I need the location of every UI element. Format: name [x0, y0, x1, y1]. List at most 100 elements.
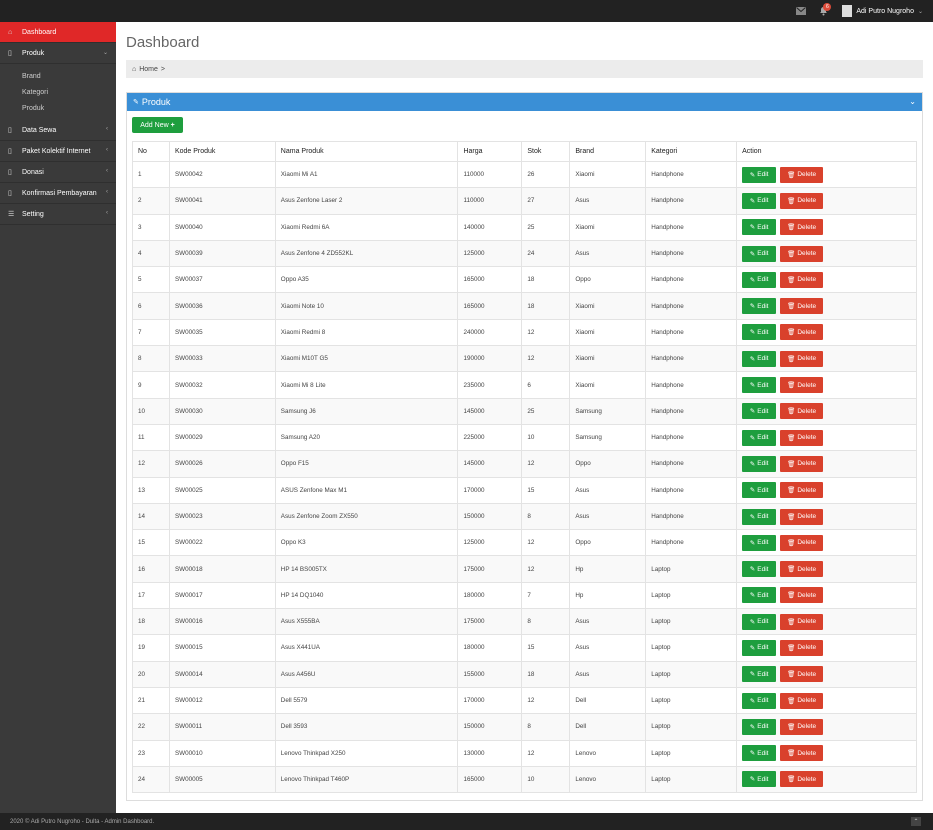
edit-button[interactable]: ✎ Edit	[742, 350, 777, 367]
delete-button[interactable]: 🗑 Delete	[780, 508, 824, 525]
table-row: 17 SW00017 HP 14 DQ1040 180000 7 Hp Laptop ✎ Edi…	[132, 581, 917, 610]
table-row: 6 SW00036 Xiaomi Note 10 165000 18 Xiaomi Hand…	[132, 292, 917, 320]
chevron-down-icon[interactable]: ⌄	[909, 97, 916, 106]
delete-button[interactable]: 🗑 Delete	[780, 666, 824, 683]
edit-button[interactable]: ✎ Edit	[742, 245, 777, 262]
edit-button[interactable]: ✎ Edit	[742, 718, 777, 735]
edit-label: Edit	[757, 644, 769, 652]
delete-label: Delete	[797, 223, 817, 231]
delete-button[interactable]: 🗑 Delete	[780, 324, 824, 341]
edit-button[interactable]: ✎ Edit	[742, 455, 777, 472]
chevron-left-icon: ‹	[106, 189, 108, 195]
scroll-top-button[interactable]: ⌃	[911, 817, 921, 826]
sidebar-item-data-sewa[interactable]: ▯ Data Sewa ‹	[0, 120, 116, 141]
edit-button[interactable]: ✎ Edit	[742, 534, 777, 551]
delete-button[interactable]: 🗑 Delete	[780, 245, 824, 262]
breadcrumb-home-link[interactable]: Home	[139, 66, 158, 73]
edit-button[interactable]: ✎ Edit	[742, 377, 777, 394]
mail-button[interactable]	[790, 0, 812, 22]
delete-button[interactable]: 🗑 Delete	[780, 639, 824, 656]
table-row: 3 SW00040 Xiaomi Redmi 6A 140000 25 Xiaomi Han…	[132, 213, 917, 241]
table-cell: SW00012	[168, 686, 276, 715]
delete-button[interactable]: 🗑 Delete	[780, 613, 824, 630]
delete-button[interactable]: 🗑 Delete	[780, 745, 824, 762]
edit-button[interactable]: ✎ Edit	[742, 324, 777, 341]
delete-button[interactable]: 🗑 Delete	[780, 166, 824, 183]
delete-button[interactable]: 🗑 Delete	[780, 455, 824, 472]
delete-button[interactable]: 🗑 Delete	[780, 298, 824, 315]
table-cell: 12	[521, 318, 571, 347]
edit-button[interactable]: ✎ Edit	[742, 482, 777, 499]
edit-icon: ✎	[749, 224, 756, 232]
delete-button[interactable]: 🗑 Delete	[780, 534, 824, 551]
sidebar-item-donasi[interactable]: ▯ Donasi ‹	[0, 162, 116, 183]
table-cell: 15	[521, 634, 571, 662]
sidebar-item-produk[interactable]: ▯ Produk ⌄	[0, 43, 116, 64]
table-cell: Oppo K3	[274, 529, 459, 557]
table-cell: Laptop	[645, 634, 738, 662]
sidebar-subitem-brand[interactable]: Brand	[0, 68, 116, 84]
table-cell: Oppo A35	[274, 266, 459, 294]
action-group: ✎ Edit 🗑 Delete	[742, 324, 911, 341]
delete-button[interactable]: 🗑 Delete	[780, 561, 824, 578]
delete-button[interactable]: 🗑 Delete	[780, 692, 824, 709]
edit-button[interactable]: ✎ Edit	[742, 745, 777, 762]
table-cell: 18	[521, 266, 571, 294]
sidebar-item-setting[interactable]: ☰ Setting ‹	[0, 204, 116, 225]
edit-button[interactable]: ✎ Edit	[742, 561, 777, 578]
table-cell: 180000	[457, 581, 523, 610]
delete-button[interactable]: 🗑 Delete	[780, 219, 824, 236]
table-cell: Handphone	[645, 266, 738, 294]
delete-button[interactable]: 🗑 Delete	[780, 271, 824, 288]
edit-button[interactable]: ✎ Edit	[742, 271, 777, 288]
delete-button[interactable]: 🗑 Delete	[780, 429, 824, 446]
add-new-button[interactable]: Add New +	[132, 117, 183, 133]
edit-button[interactable]: ✎ Edit	[742, 771, 777, 788]
user-menu[interactable]: Adi Putro Nugroho ⌄	[834, 0, 933, 22]
delete-button[interactable]: 🗑 Delete	[780, 771, 824, 788]
edit-button[interactable]: ✎ Edit	[742, 219, 777, 236]
sidebar-item-paket-kolektif[interactable]: ▯ Paket Kolektif Internet ‹	[0, 141, 116, 162]
notification-button[interactable]: 6	[812, 0, 834, 22]
panel-header[interactable]: ✎ Produk ⌄	[127, 93, 922, 111]
delete-button[interactable]: 🗑 Delete	[780, 718, 824, 735]
delete-button[interactable]: 🗑 Delete	[780, 403, 824, 420]
table-cell: 25	[521, 213, 571, 241]
delete-button[interactable]: 🗑 Delete	[780, 482, 824, 499]
edit-button[interactable]: ✎ Edit	[742, 692, 777, 709]
edit-icon: ✎	[749, 460, 756, 468]
bookmark-icon: ▯	[8, 127, 12, 134]
sidebar-item-konfirmasi[interactable]: ▯ Konfirmasi Pembayaran ‹	[0, 183, 116, 204]
edit-icon: ✎	[749, 776, 756, 784]
table-cell: Laptop	[645, 660, 738, 688]
delete-button[interactable]: 🗑 Delete	[780, 377, 824, 394]
edit-button[interactable]: ✎ Edit	[742, 166, 777, 183]
edit-button[interactable]: ✎ Edit	[742, 639, 777, 656]
trash-icon: 🗑	[787, 487, 796, 495]
action-group: ✎ Edit 🗑 Delete	[742, 666, 911, 683]
sidebar-subitem-produk[interactable]: Produk	[0, 100, 116, 116]
table-cell: 125000	[457, 529, 523, 557]
edit-button[interactable]: ✎ Edit	[742, 298, 777, 315]
table-cell: SW00040	[168, 213, 276, 241]
edit-button[interactable]: ✎ Edit	[742, 666, 777, 683]
action-group: ✎ Edit 🗑 Delete	[742, 377, 911, 394]
table-cell: SW00042	[168, 160, 276, 189]
edit-button[interactable]: ✎ Edit	[742, 587, 777, 604]
delete-button[interactable]: 🗑 Delete	[780, 192, 824, 209]
action-cell: ✎ Edit 🗑 Delete	[736, 318, 917, 347]
table-cell: Xiaomi	[569, 160, 647, 189]
delete-button[interactable]: 🗑 Delete	[780, 350, 824, 367]
edit-button[interactable]: ✎ Edit	[742, 429, 777, 446]
action-cell: ✎ Edit 🗑 Delete	[736, 555, 917, 583]
edit-button[interactable]: ✎ Edit	[742, 403, 777, 420]
edit-button[interactable]: ✎ Edit	[742, 613, 777, 630]
sidebar-item-dashboard[interactable]: ⌂ Dashboard	[0, 22, 116, 43]
edit-button[interactable]: ✎ Edit	[742, 508, 777, 525]
sidebar-subitem-kategori[interactable]: Kategori	[0, 84, 116, 100]
table-cell: SW00039	[168, 239, 276, 268]
user-name: Adi Putro Nugroho	[856, 7, 914, 15]
delete-button[interactable]: 🗑 Delete	[780, 587, 824, 604]
table-cell: SW00032	[168, 371, 276, 399]
edit-button[interactable]: ✎ Edit	[742, 192, 777, 209]
